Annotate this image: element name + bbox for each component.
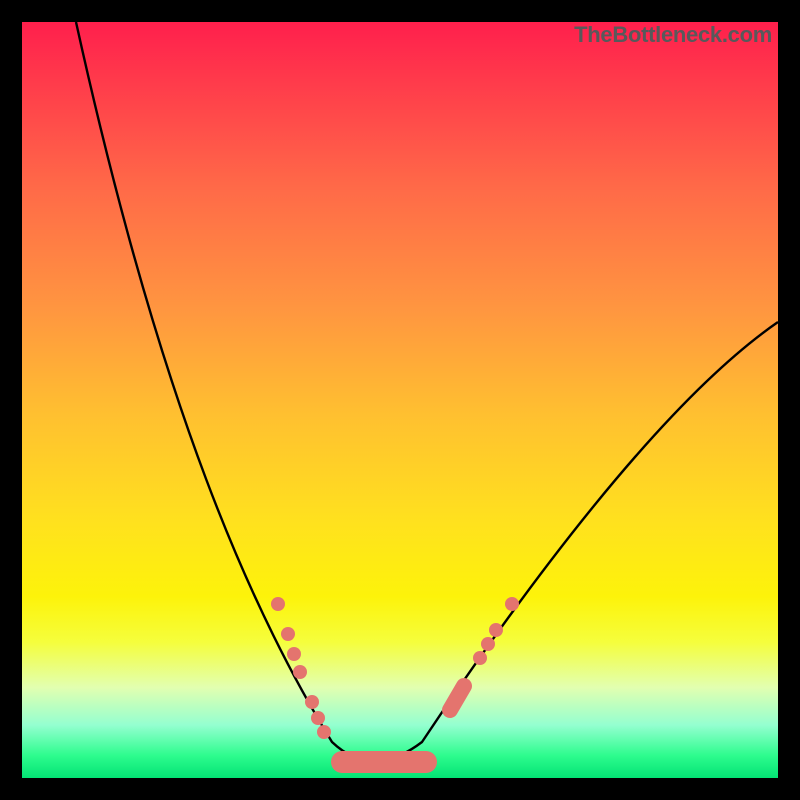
curve-svg [22,22,778,778]
chart-plot-area: TheBottleneck.com [22,22,778,778]
marker-group [271,597,519,762]
data-marker [287,647,301,661]
data-marker [473,651,487,665]
data-marker [317,725,331,739]
data-marker [481,637,495,651]
watermark-text: TheBottleneck.com [574,22,772,48]
data-marker [271,597,285,611]
data-marker [281,627,295,641]
bottleneck-curve-path [76,22,778,761]
right-cluster-marker [450,686,464,710]
data-marker [489,623,503,637]
data-marker [305,695,319,709]
data-marker [505,597,519,611]
data-marker [293,665,307,679]
data-marker [311,711,325,725]
